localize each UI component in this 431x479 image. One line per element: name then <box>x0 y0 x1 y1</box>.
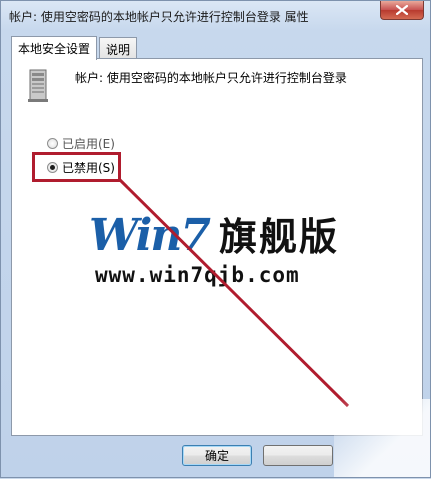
ok-button[interactable]: 确定 <box>182 445 252 466</box>
radio-enabled[interactable]: 已启用(E) <box>47 135 115 152</box>
corner-overlay <box>334 399 430 477</box>
watermark-logo: Win7 旗舰版 <box>89 206 339 261</box>
radio-enabled-label: 已启用(E) <box>62 137 115 151</box>
close-button[interactable] <box>380 1 424 20</box>
tab-label: 本地安全设置 <box>18 42 91 56</box>
title-bar[interactable]: 帐户: 使用空密码的本地帐户只允许进行控制台登录 属性 <box>1 1 430 31</box>
ok-button-label: 确定 <box>204 449 229 463</box>
properties-window: 帐户: 使用空密码的本地帐户只允许进行控制台登录 属性 本地安全设置 说明 帐户… <box>0 0 431 478</box>
server-icon <box>28 69 48 102</box>
watermark-url: www.win7qjb.com <box>95 263 300 287</box>
tab-label: 说明 <box>106 43 131 57</box>
close-icon <box>396 5 408 15</box>
tab-explain[interactable]: 说明 <box>99 37 138 59</box>
watermark-brand: 旗舰版 <box>218 215 339 259</box>
site-watermark: Win7 旗舰版 www.win7qjb.com <box>89 206 339 287</box>
radio-enabled-indicator[interactable] <box>47 138 58 149</box>
annotation-highlight-box <box>32 152 121 182</box>
window-title: 帐户: 使用空密码的本地帐户只允许进行控制台登录 属性 <box>9 10 309 24</box>
watermark-logo-text: Win7 <box>89 210 211 261</box>
cancel-button[interactable] <box>263 445 333 466</box>
policy-name: 帐户: 使用空密码的本地帐户只允许进行控制台登录 <box>75 71 347 85</box>
tab-local-security-setting[interactable]: 本地安全设置 <box>11 36 98 60</box>
